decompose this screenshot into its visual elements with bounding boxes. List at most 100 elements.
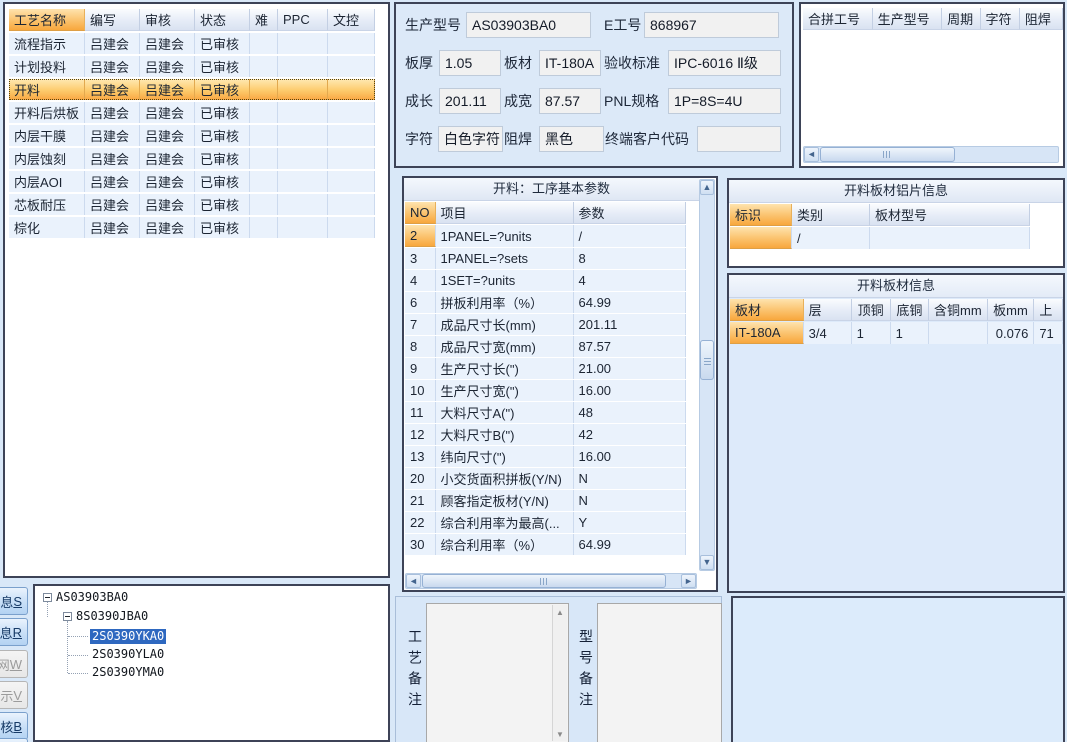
ejob-field[interactable]: 868967: [644, 12, 779, 38]
scroll-up-icon[interactable]: ▲: [700, 180, 714, 195]
side-button-b[interactable]: 核B: [0, 712, 28, 740]
solder-mask-label: 阻焊: [504, 131, 532, 147]
column-header[interactable]: 阻焊: [1019, 8, 1063, 30]
column-header[interactable]: NO: [405, 202, 436, 224]
model-label: 生产型号: [405, 17, 461, 33]
column-header[interactable]: 周期: [942, 8, 981, 30]
scroll-right-icon[interactable]: ►: [681, 574, 696, 588]
panel-title: 开料板材信息: [729, 275, 1063, 298]
param-row[interactable]: 11 大料尺寸A(") 48: [405, 402, 686, 423]
param-row[interactable]: 6 拼板利用率（%） 64.99: [405, 292, 686, 313]
column-header[interactable]: 工艺名称: [9, 9, 86, 31]
column-header[interactable]: PPC: [278, 9, 329, 31]
process-row[interactable]: 内层蚀刻 吕建会 吕建会 已审核: [9, 148, 376, 169]
column-header[interactable]: 板mm: [987, 299, 1035, 321]
process-row[interactable]: 内层干膜 吕建会 吕建会 已审核: [9, 125, 376, 146]
column-header[interactable]: 含铜mm: [929, 299, 988, 321]
silkscreen-field[interactable]: 白色字符: [438, 126, 503, 152]
param-row[interactable]: 21 顾客指定板材(Y/N) N: [405, 490, 686, 511]
scrollbar-thumb[interactable]: [422, 574, 666, 588]
process-row[interactable]: 流程指示 吕建会 吕建会 已审核: [9, 33, 376, 54]
side-button-s[interactable]: 息S: [0, 587, 28, 615]
column-header[interactable]: 生产型号: [872, 8, 943, 30]
tree-collapse-icon[interactable]: [63, 612, 72, 621]
param-row[interactable]: 30 综合利用率（%） 64.99: [405, 534, 686, 555]
param-row[interactable]: 22 综合利用率为最高(... Y: [405, 512, 686, 533]
param-row[interactable]: 9 生产尺寸长(") 21.00: [405, 358, 686, 379]
process-row[interactable]: 开料后烘板 吕建会 吕建会 已审核: [9, 102, 376, 123]
solder-mask-field[interactable]: 黑色: [539, 126, 604, 152]
end-customer-field[interactable]: [697, 126, 781, 152]
param-row[interactable]: 12 大料尺寸B(") 42: [405, 424, 686, 445]
column-header[interactable]: 项目: [435, 202, 574, 224]
side-button-w[interactable]: 网W: [0, 650, 28, 678]
width-field[interactable]: 87.57: [539, 88, 601, 114]
column-header[interactable]: 字符: [980, 8, 1020, 30]
model-field[interactable]: AS03903BA0: [466, 12, 591, 38]
column-header[interactable]: 板材型号: [870, 204, 1030, 226]
param-row[interactable]: 4 1SET=?units 4: [405, 270, 686, 291]
alum-header-row: 标识 类别 板材型号: [730, 204, 1030, 226]
column-header[interactable]: 标识: [730, 204, 792, 226]
app-window: 工艺名称 编写 审核 状态 难 PPC 文控 流程指示 吕建会 吕建会 已审核 …: [0, 0, 1067, 742]
material-field[interactable]: IT-180A: [539, 50, 601, 76]
model-info-form-panel: 生产型号 AS03903BA0 E工号 868967 板厚 1.05 板材 IT…: [394, 2, 794, 168]
sheet-row[interactable]: IT-180A 3/4 1 1 0.076 71: [730, 322, 1063, 344]
thickness-field[interactable]: 1.05: [439, 50, 501, 76]
param-row[interactable]: 10 生产尺寸宽(") 16.00: [405, 380, 686, 401]
tree-item-leaf[interactable]: 2S0390YMA0: [92, 665, 164, 680]
param-row[interactable]: 2 1PANEL=?units /: [405, 225, 686, 247]
pnl-spec-field[interactable]: 1P=8S=4U: [668, 88, 781, 114]
process-row[interactable]: 内层AOI 吕建会 吕建会 已审核: [9, 171, 376, 192]
length-field[interactable]: 201.11: [439, 88, 501, 114]
scrollbar-thumb[interactable]: [700, 340, 714, 380]
process-row-selected[interactable]: 开料 吕建会 吕建会 已审核: [9, 79, 376, 100]
param-row[interactable]: 8 成品尺寸宽(mm) 87.57: [405, 336, 686, 357]
process-row[interactable]: 棕化 吕建会 吕建会 已审核: [9, 217, 376, 238]
side-button-r[interactable]: 息R: [0, 618, 28, 646]
column-header[interactable]: 参数: [573, 202, 686, 224]
note-scrollbar[interactable]: ▲ ▼: [552, 605, 567, 741]
params-vertical-scrollbar[interactable]: ▲ ▼: [699, 179, 715, 571]
alum-info-panel: 开料板材铝片信息 标识 类别 板材型号 /: [727, 178, 1065, 268]
column-header[interactable]: 层: [803, 299, 852, 321]
param-row[interactable]: 7 成品尺寸长(mm) 201.11: [405, 314, 686, 335]
column-header[interactable]: 难: [250, 9, 279, 31]
scroll-down-icon[interactable]: ▼: [553, 727, 567, 741]
column-header[interactable]: 上: [1034, 299, 1063, 321]
param-row[interactable]: 20 小交货面积拼板(Y/N) N: [405, 468, 686, 489]
tree-item-leaf[interactable]: 2S0390YLA0: [92, 647, 164, 662]
process-table-panel: 工艺名称 编写 审核 状态 难 PPC 文控 流程指示 吕建会 吕建会 已审核 …: [3, 2, 390, 578]
column-header[interactable]: 编写: [85, 9, 141, 31]
param-row[interactable]: 3 1PANEL=?sets 8: [405, 248, 686, 269]
column-header[interactable]: 板材: [730, 299, 804, 321]
scroll-left-icon[interactable]: ◄: [406, 574, 421, 588]
scroll-down-icon[interactable]: ▼: [700, 555, 714, 570]
side-button-v[interactable]: 示V: [0, 681, 28, 709]
process-row[interactable]: 计划投料 吕建会 吕建会 已审核: [9, 56, 376, 77]
standard-field[interactable]: IPC-6016 Ⅱ级: [668, 50, 781, 76]
side-button-change[interactable]: 变: [0, 738, 28, 742]
model-note-textarea[interactable]: [597, 603, 722, 742]
alum-row[interactable]: /: [730, 227, 1030, 249]
merge-table: 合拼工号 生产型号 周期 字符 阻焊: [803, 8, 1063, 30]
column-header[interactable]: 合拼工号: [803, 8, 873, 30]
process-note-textarea[interactable]: ▲ ▼: [426, 603, 569, 742]
scrollbar-thumb[interactable]: [820, 147, 955, 162]
column-header[interactable]: 文控: [328, 9, 376, 31]
tree-item-root[interactable]: AS03903BA0: [56, 590, 128, 605]
merge-horizontal-scrollbar[interactable]: ◄: [803, 146, 1059, 163]
params-horizontal-scrollbar[interactable]: ◄ ►: [405, 573, 697, 589]
column-header[interactable]: 顶铜: [851, 299, 891, 321]
scroll-left-icon[interactable]: ◄: [804, 147, 819, 162]
column-header[interactable]: 底铜: [890, 299, 930, 321]
param-row[interactable]: 13 纬向尺寸(") 16.00: [405, 446, 686, 467]
scroll-up-icon[interactable]: ▲: [553, 605, 567, 619]
tree-collapse-icon[interactable]: [43, 593, 52, 602]
column-header[interactable]: 状态: [195, 9, 251, 31]
column-header[interactable]: 审核: [140, 9, 196, 31]
process-row[interactable]: 芯板耐压 吕建会 吕建会 已审核: [9, 194, 376, 215]
column-header[interactable]: 类别: [792, 204, 870, 226]
tree-item-leaf-selected[interactable]: 2S0390YKA0: [90, 629, 167, 644]
tree-item-child[interactable]: 8S0390JBA0: [76, 609, 148, 624]
